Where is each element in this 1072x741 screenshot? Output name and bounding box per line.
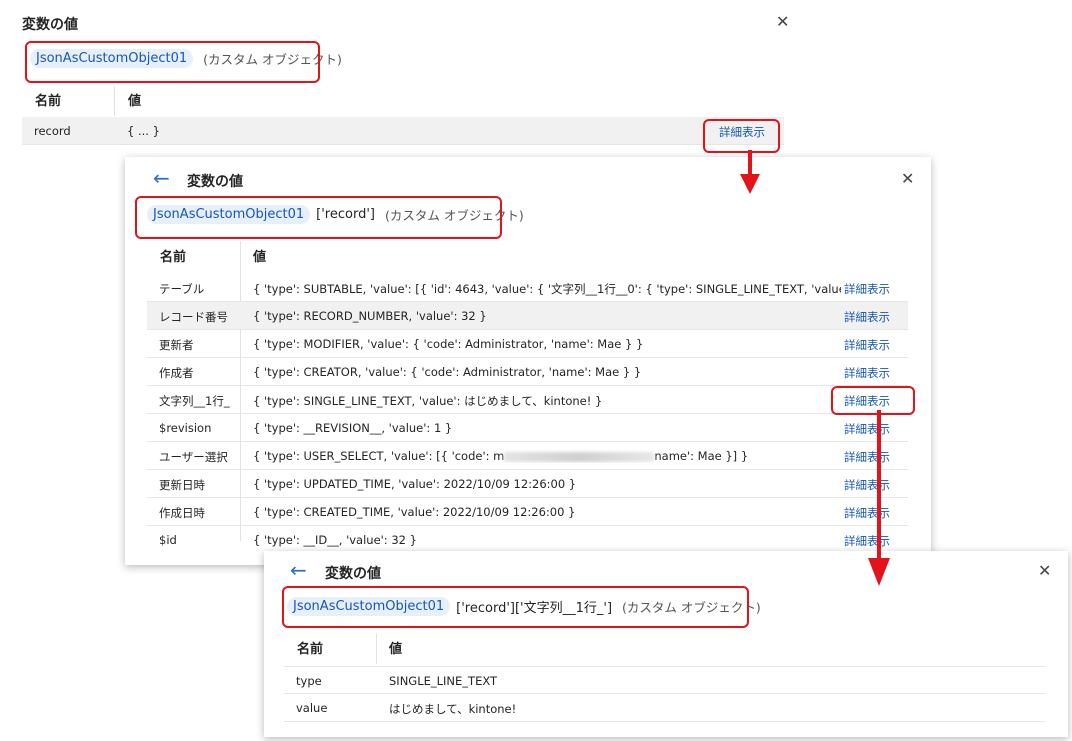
- back-arrow-icon[interactable]: ←: [290, 560, 307, 580]
- redacted-area: [504, 451, 655, 462]
- row-value: { 'type': USER_SELECT, 'value': [{ 'code…: [253, 449, 748, 463]
- back-arrow-icon[interactable]: ←: [153, 168, 170, 188]
- table-row[interactable]: $id { 'type': __ID__, 'value': 32 } 詳細表示: [147, 526, 908, 554]
- table-row[interactable]: 作成者 { 'type': CREATOR, 'value': { 'code'…: [147, 358, 908, 386]
- highlight-box: [25, 41, 320, 83]
- row-value: { 'type': __REVISION__, 'value': 1 }: [253, 421, 453, 435]
- details-link[interactable]: 詳細表示: [844, 281, 890, 297]
- table-row[interactable]: ユーザー選択 { 'type': USER_SELECT, 'value': […: [147, 442, 908, 470]
- details-link[interactable]: 詳細表示: [844, 337, 890, 353]
- red-arrow-icon: [868, 410, 890, 586]
- row-value: はじめまして、kintone!: [389, 702, 517, 716]
- column-header-value: 値: [253, 250, 267, 265]
- dialog-title: 変数の値: [325, 566, 381, 582]
- row-name: 文字列__1行_: [159, 394, 230, 408]
- table-row[interactable]: レコード番号 { 'type': RECORD_NUMBER, 'value':…: [147, 302, 908, 330]
- row-name: 作成者: [159, 366, 194, 380]
- row-name: 作成日時: [159, 506, 205, 520]
- row-value: { 'type': RECORD_NUMBER, 'value': 32 }: [253, 309, 487, 323]
- details-link[interactable]: 詳細表示: [844, 309, 890, 325]
- row-value: { 'type': __ID__, 'value': 32 }: [253, 533, 417, 547]
- row-name: レコード番号: [159, 310, 228, 324]
- variable-value-dialog-record: ← 変数の値 ✕ JsonAsCustomObject01 ['record']…: [125, 157, 931, 565]
- row-value: { 'type': CREATOR, 'value': { 'code': Ad…: [253, 365, 642, 379]
- table-row[interactable]: 文字列__1行_ { 'type': SINGLE_LINE_TEXT, 'va…: [147, 386, 908, 414]
- table-row[interactable]: 更新者 { 'type': MODIFIER, 'value': { 'code…: [147, 330, 908, 358]
- highlight-box: [282, 586, 749, 628]
- row-value: { ... }: [127, 124, 160, 138]
- row-value: { 'type': CREATED_TIME, 'value': 2022/10…: [253, 505, 576, 519]
- red-arrow-icon: [740, 150, 760, 194]
- row-name: テーブル: [159, 282, 205, 296]
- table-row[interactable]: type SINGLE_LINE_TEXT: [284, 666, 1045, 694]
- row-name: $revision: [159, 421, 212, 435]
- table-row[interactable]: record { ... } 詳細表示: [22, 117, 784, 145]
- row-value: { 'type': UPDATED_TIME, 'value': 2022/10…: [253, 477, 577, 491]
- close-icon[interactable]: ✕: [776, 14, 789, 30]
- table-row[interactable]: $revision { 'type': __REVISION__, 'value…: [147, 414, 908, 442]
- column-header-name: 名前: [35, 94, 62, 109]
- column-header-name: 名前: [160, 250, 187, 265]
- row-name: 更新日時: [159, 478, 205, 492]
- row-value: { 'type': SUBTABLE, 'value': [{ 'id': 46…: [253, 282, 841, 296]
- column-header-value: 値: [389, 642, 403, 657]
- variable-value-dialog-root: 変数の値 ✕ JsonAsCustomObject01 (カスタム オブジェクト…: [0, 0, 806, 160]
- column-header-name: 名前: [297, 642, 324, 657]
- dialog-title: 変数の値: [187, 174, 243, 190]
- row-value: { 'type': MODIFIER, 'value': { 'code': A…: [253, 337, 644, 351]
- close-icon[interactable]: ✕: [1038, 563, 1051, 579]
- row-name: value: [296, 701, 328, 715]
- close-icon[interactable]: ✕: [901, 171, 914, 187]
- table-row[interactable]: 作成日時 { 'type': CREATED_TIME, 'value': 20…: [147, 498, 908, 526]
- details-link[interactable]: 詳細表示: [844, 365, 890, 381]
- row-name: 更新者: [159, 338, 194, 352]
- dialog-title: 変数の値: [22, 17, 78, 33]
- column-header-value: 値: [128, 94, 142, 109]
- column-divider: [114, 86, 115, 116]
- row-name: ユーザー選択: [159, 450, 228, 464]
- row-name: $id: [159, 533, 177, 547]
- row-name: type: [296, 674, 322, 688]
- highlight-box: [135, 196, 502, 239]
- row-value-end: name': Mae }] }: [654, 449, 749, 463]
- row-value: SINGLE_LINE_TEXT: [389, 674, 498, 688]
- variable-value-dialog-field: ← 変数の値 ✕ JsonAsCustomObject01 ['record']…: [264, 551, 1068, 737]
- row-name: record: [34, 124, 71, 138]
- column-divider: [376, 634, 377, 664]
- table-row[interactable]: value はじめまして、kintone!: [284, 694, 1045, 722]
- row-value-start: { 'type': USER_SELECT, 'value': [{ 'code…: [253, 449, 505, 463]
- table-row[interactable]: テーブル { 'type': SUBTABLE, 'value': [{ 'id…: [147, 274, 908, 302]
- row-value: { 'type': SINGLE_LINE_TEXT, 'value': はじめ…: [253, 394, 603, 408]
- table-row[interactable]: 更新日時 { 'type': UPDATED_TIME, 'value': 20…: [147, 470, 908, 498]
